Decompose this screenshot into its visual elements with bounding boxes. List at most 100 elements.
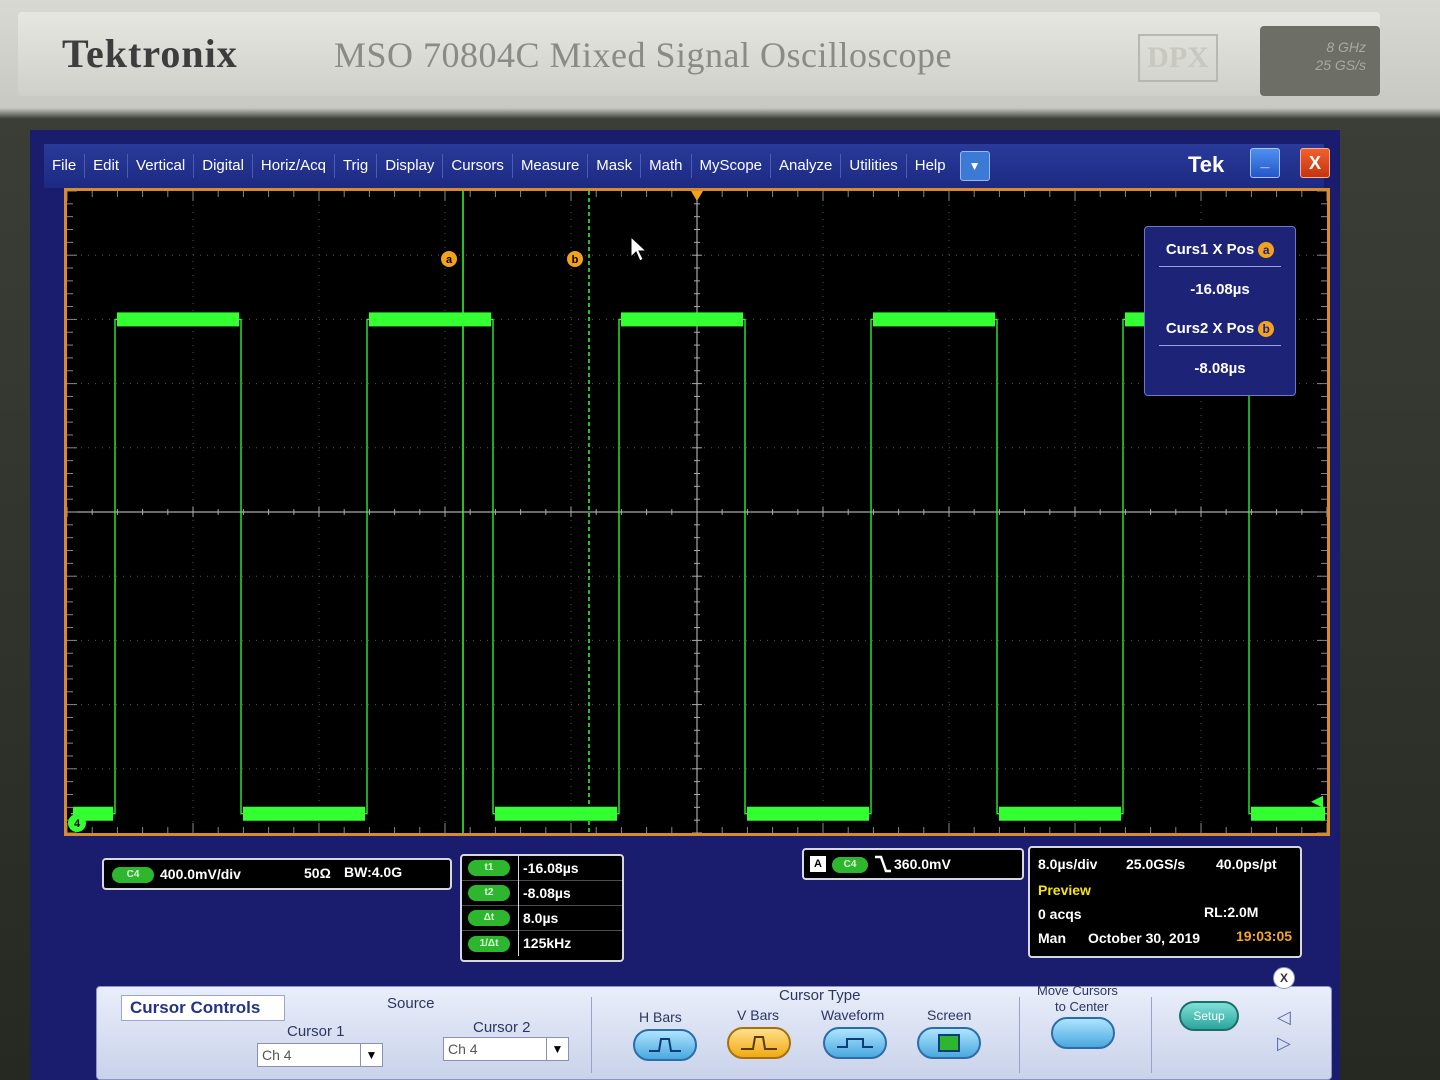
trigger-level-marker	[1311, 795, 1323, 808]
menu-mask[interactable]: Mask	[588, 154, 642, 178]
source-label: Source	[387, 995, 435, 1012]
t1-value: -16.08µs	[518, 855, 622, 881]
bandwidth: BW:4.0G	[344, 864, 403, 880]
mouse-pointer-icon	[630, 235, 648, 262]
t2-pill: t2	[468, 885, 510, 901]
acq-time: 19:03:05	[1236, 928, 1293, 944]
screen-icon	[938, 1034, 960, 1052]
model-title: MSO 70804C Mixed Signal Oscilloscope	[334, 35, 952, 75]
channel-pill: C4	[112, 867, 154, 883]
menu-edit[interactable]: Edit	[85, 154, 129, 178]
cursor-value-row: 1/Δt 125kHz	[462, 931, 622, 956]
menu-vertical[interactable]: Vertical	[128, 154, 195, 178]
chevron-down-icon: ▼	[546, 1038, 568, 1060]
screen-type-button[interactable]	[917, 1027, 981, 1059]
spec-sample-rate: 25 GS/s	[1315, 57, 1366, 73]
menu-analyze[interactable]: Analyze	[771, 154, 842, 178]
inv-delta-t-value: 125kHz	[518, 931, 622, 956]
curs1-label: Curs1 X Pos	[1165, 241, 1255, 258]
chevron-down-icon: ▼	[360, 1044, 382, 1066]
menu-measure[interactable]: Measure	[513, 154, 589, 178]
curs2-label: Curs2 X Pos	[1165, 320, 1255, 338]
timebase: 8.0µs/div	[1038, 856, 1098, 872]
screen: File Edit Vertical Digital Horiz/Acq Tri…	[30, 130, 1340, 1080]
panel-close-label: X	[1279, 971, 1288, 985]
setup-label: Setup	[1193, 1009, 1225, 1023]
divider	[1159, 266, 1281, 268]
trigger-position-marker	[691, 191, 703, 201]
v-bars-button[interactable]	[727, 1027, 791, 1059]
cursor-value-row: t1 -16.08µs	[462, 855, 622, 881]
cursor2-source-value: Ch 4	[448, 1041, 478, 1057]
sample-rate: 25.0GS/s	[1126, 856, 1186, 872]
scroll-left-icon[interactable]: ◁	[1277, 1007, 1291, 1028]
menu-trig[interactable]: Trig	[335, 154, 378, 178]
move-cursors-label-2: to Center	[1055, 999, 1109, 1014]
acq-mode: Preview	[1038, 882, 1091, 898]
dpx-badge: DPX	[1138, 34, 1218, 82]
divider	[1159, 345, 1281, 347]
waveform-level-band	[117, 312, 239, 327]
trigger-mode: Man	[1038, 930, 1066, 946]
menu-dropdown-button[interactable]: ▼	[959, 151, 990, 181]
h-bars-icon	[649, 1038, 681, 1052]
cursor2-source-select[interactable]: Ch 4 ▼	[443, 1037, 569, 1061]
waveform-level-band	[1251, 806, 1325, 821]
cursor2-label: Cursor 2	[473, 1019, 531, 1036]
waveform-level-band	[999, 806, 1121, 821]
v-bars-label: V Bars	[737, 1007, 780, 1023]
curs1-value: -16.08µs	[1190, 281, 1250, 299]
cursor-b-handle-label: b	[572, 254, 579, 266]
menu-file[interactable]: File	[44, 154, 86, 178]
menu-myscope[interactable]: MyScope	[692, 154, 772, 178]
h-bars-label: H Bars	[639, 1009, 682, 1025]
menu-help[interactable]: Help	[907, 154, 954, 178]
divider	[1151, 997, 1152, 1073]
t2-value: -8.08µs	[518, 880, 622, 906]
screen-type-label: Screen	[927, 1007, 972, 1023]
waveform-trace	[71, 318, 1327, 815]
tek-label: Tek	[1188, 152, 1225, 177]
record-length: RL:2.0M	[1204, 904, 1259, 920]
cursor-readout-box[interactable]: Curs1 X Pos a -16.08µs Curs2 X Pos b -8.08…	[1144, 226, 1296, 396]
cursor-values-box[interactable]: t1 -16.08µs t2 -8.08µs Δt 8.0µs 1/Δt 125kHz	[460, 854, 624, 962]
menu-horiz-acq[interactable]: Horiz/Acq	[253, 154, 335, 178]
trigger-channel-pill: C4	[832, 857, 868, 873]
waveform-level-band	[873, 312, 995, 327]
menu-math[interactable]: Math	[641, 154, 692, 178]
close-button[interactable]: X	[1300, 148, 1330, 178]
cursor-a-marker: a	[1258, 242, 1275, 259]
cursor-controls-title: Cursor Controls	[121, 995, 285, 1021]
resolution: 40.0ps/pt	[1216, 856, 1277, 872]
scroll-right-icon[interactable]: ▷	[1277, 1033, 1291, 1054]
acq-count: 0 acqs	[1038, 906, 1082, 922]
v-bars-icon	[741, 1036, 777, 1050]
waveform-level-band	[621, 312, 743, 327]
t1-pill: t1	[468, 860, 510, 876]
h-bars-button[interactable]	[633, 1029, 697, 1061]
setup-button[interactable]: Setup	[1179, 1001, 1239, 1031]
channel-info-box[interactable]: C4 400.0mV/div 50Ω BW:4.0G	[102, 858, 452, 890]
cursor-value-row: t2 -8.08µs	[462, 880, 622, 906]
minimize-button[interactable]: _	[1250, 148, 1280, 178]
menu-cursors[interactable]: Cursors	[443, 154, 513, 178]
trigger-info-box[interactable]: A C4 360.0mV	[802, 848, 1024, 880]
inv-delta-t-pill: 1/Δt	[468, 935, 510, 952]
spec-bandwidth: 8 GHz	[1326, 39, 1366, 55]
acq-date: October 30, 2019	[1088, 930, 1201, 946]
panel-close-button[interactable]: X	[1273, 967, 1295, 989]
cursor-b-marker: b	[1258, 321, 1275, 338]
graticule[interactable]: a b 4	[64, 188, 1330, 836]
cursor-a-handle-label: a	[446, 254, 453, 266]
menu-utilities[interactable]: Utilities	[841, 154, 907, 178]
waveform-type-button[interactable]	[823, 1027, 887, 1059]
menu-digital[interactable]: Digital	[194, 154, 253, 178]
move-cursors-to-center-button[interactable]	[1051, 1017, 1115, 1049]
cursor1-source-value: Ch 4	[262, 1047, 292, 1063]
menu-display[interactable]: Display	[377, 154, 444, 178]
trigger-level: 360.0mV	[894, 856, 951, 872]
delta-t-value: 8.0µs	[518, 905, 622, 931]
acquisition-info-box[interactable]: 8.0µs/div 25.0GS/s 40.0ps/pt Preview 0 a…	[1028, 846, 1302, 958]
cursor1-source-select[interactable]: Ch 4 ▼	[257, 1043, 383, 1067]
impedance: 50Ω	[304, 865, 331, 881]
